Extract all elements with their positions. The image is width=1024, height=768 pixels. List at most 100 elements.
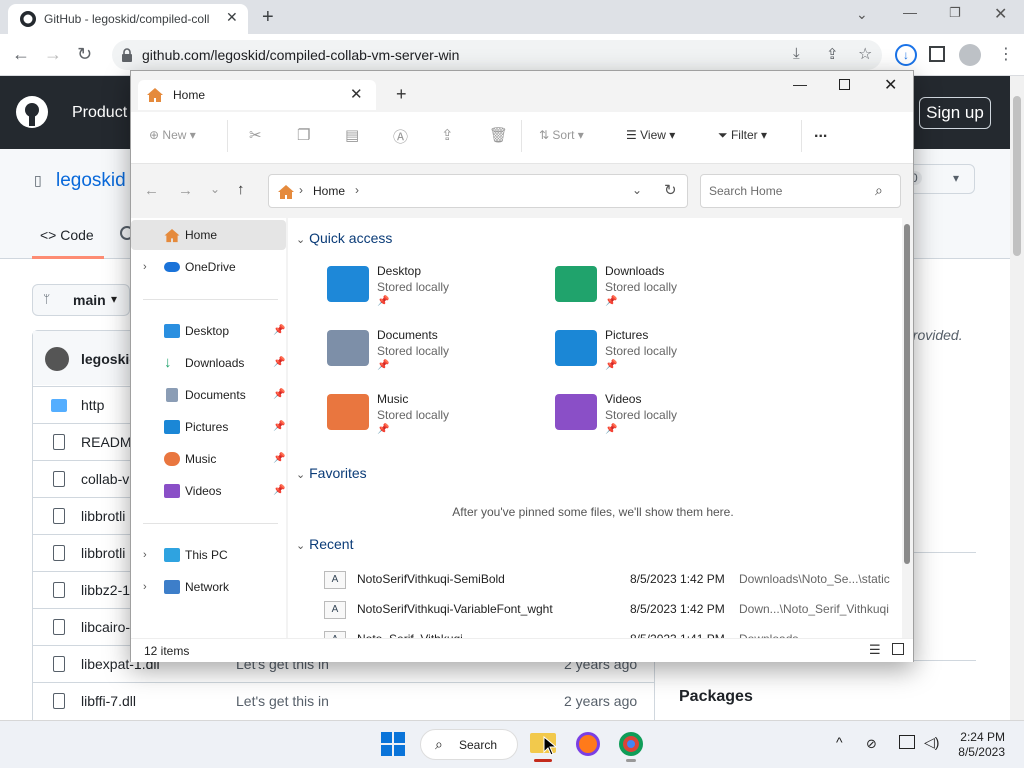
paste-icon[interactable]: ▤ bbox=[345, 126, 359, 144]
file-name[interactable]: libffi-7.dll bbox=[81, 693, 136, 709]
repo-owner-link[interactable]: legoskid bbox=[56, 170, 126, 192]
recent-section[interactable]: ⌄ Recent bbox=[296, 536, 353, 552]
github-logo-icon[interactable] bbox=[16, 96, 48, 128]
taskbar-search[interactable]: ⌕ Search bbox=[420, 729, 518, 760]
nav-item-documents[interactable]: Documents 📌 bbox=[131, 380, 286, 410]
quick-access-item[interactable]: Downloads Stored locally 📌 bbox=[555, 264, 775, 324]
close-tab-icon[interactable]: ✕ bbox=[226, 9, 238, 26]
close-tab-icon[interactable]: ✕ bbox=[350, 85, 363, 103]
search-box[interactable]: Search Home ⌕ bbox=[700, 174, 901, 208]
table-row[interactable]: libffi-7.dll Let's get this in 2 years ago bbox=[33, 682, 654, 719]
recent-locations-icon[interactable]: ⌄ bbox=[210, 182, 220, 196]
new-tab-icon[interactable]: + bbox=[396, 84, 407, 105]
nav-item-desktop[interactable]: Desktop 📌 bbox=[131, 316, 286, 346]
clock-time[interactable]: 2:24 PM bbox=[960, 730, 1005, 744]
details-view-icon[interactable]: ☰ bbox=[869, 642, 881, 658]
file-name[interactable]: libbrotli bbox=[81, 508, 125, 524]
copy-icon[interactable]: ❐ bbox=[297, 126, 310, 144]
new-button[interactable]: ⊕ New ▾ bbox=[149, 128, 196, 142]
address-bar[interactable]: › Home › ⌄ ↻ bbox=[268, 174, 688, 208]
minimize-browser-icon[interactable]: — bbox=[903, 4, 917, 20]
close-window-icon[interactable]: ✕ bbox=[884, 75, 897, 95]
up-icon[interactable]: ↑ bbox=[237, 181, 245, 198]
branch-select[interactable]: ᛘ main ▾ bbox=[32, 284, 130, 316]
forward-icon[interactable]: → bbox=[44, 44, 62, 65]
windows-start-icon[interactable] bbox=[381, 732, 405, 756]
tiles-view-icon[interactable] bbox=[892, 643, 904, 655]
tab-search-icon[interactable]: ⌄ bbox=[856, 6, 868, 23]
back-icon[interactable]: ← bbox=[12, 44, 30, 65]
list-item[interactable]: A NotoSerifVithkuqi-SemiBold 8/5/2023 1:42… bbox=[324, 566, 894, 592]
nav-item-music[interactable]: Music 📌 bbox=[131, 444, 286, 474]
chevron-right-icon[interactable]: › bbox=[355, 183, 359, 197]
expand-chevron-icon[interactable]: › bbox=[143, 252, 147, 282]
view-button[interactable]: ☰ View ▾ bbox=[626, 128, 675, 142]
product-menu[interactable]: Product bbox=[72, 104, 127, 122]
history-dropdown-icon[interactable]: ⌄ bbox=[632, 183, 642, 197]
breadcrumb-home[interactable]: Home bbox=[313, 184, 345, 198]
nav-item-network[interactable]: › Network bbox=[131, 572, 286, 602]
clock-date[interactable]: 8/5/2023 bbox=[950, 745, 1005, 759]
filter-button[interactable]: ⏷ Filter ▾ bbox=[718, 128, 767, 143]
quick-access-section[interactable]: ⌄ Quick access bbox=[296, 230, 392, 246]
reload-icon[interactable]: ↻ bbox=[77, 44, 92, 65]
delete-icon[interactable]: 🗑 bbox=[489, 126, 508, 144]
side-panel-icon[interactable] bbox=[929, 46, 945, 62]
restore-browser-icon[interactable]: ❐ bbox=[949, 5, 961, 21]
list-item[interactable]: A Noto_Serif_Vithkuqi 8/5/2023 1:41 PM Down… bbox=[324, 626, 894, 638]
nav-item-onedrive[interactable]: › OneDrive bbox=[131, 252, 286, 282]
refresh-icon[interactable]: ↻ bbox=[664, 181, 677, 199]
close-browser-icon[interactable]: ✕ bbox=[994, 4, 1007, 24]
chrome-icon[interactable] bbox=[619, 732, 643, 756]
quick-access-item[interactable]: Pictures Stored locally 📌 bbox=[555, 328, 775, 388]
browser-scroll-thumb[interactable] bbox=[1013, 96, 1021, 256]
commit-message[interactable]: Let's get this in bbox=[236, 693, 329, 709]
display-icon[interactable] bbox=[899, 735, 915, 749]
share-icon[interactable]: ⇪ bbox=[826, 45, 839, 63]
new-tab-icon[interactable]: + bbox=[262, 6, 274, 29]
download-icon[interactable]: ↓ bbox=[895, 44, 917, 66]
profile-avatar-icon[interactable] bbox=[959, 44, 981, 66]
file-name[interactable]: libbz2-1 bbox=[81, 582, 130, 598]
file-name[interactable]: collab-v bbox=[81, 471, 129, 487]
minimize-window-icon[interactable]: — bbox=[793, 76, 807, 92]
expand-chevron-icon[interactable]: › bbox=[143, 540, 147, 570]
browser-scrollbar[interactable] bbox=[1010, 76, 1024, 720]
volume-icon[interactable]: ◁) bbox=[924, 734, 939, 751]
explorer-tab-home[interactable]: Home ✕ bbox=[138, 80, 376, 110]
chrome-menu-icon[interactable]: ⋮ bbox=[998, 44, 1014, 64]
avatar[interactable] bbox=[45, 347, 69, 371]
nav-item-downloads[interactable]: ↓ Downloads 📌 bbox=[131, 348, 286, 378]
maximize-window-icon[interactable] bbox=[839, 79, 850, 90]
quick-access-item[interactable]: Music Stored locally 📌 bbox=[327, 392, 547, 452]
address-bar[interactable]: github.com/legoskid/compiled-collab-vm-s… bbox=[112, 40, 882, 70]
code-tab[interactable]: <> Code bbox=[40, 227, 94, 243]
file-name[interactable]: libbrotli bbox=[81, 545, 125, 561]
network-disconnected-icon[interactable]: ⊘ bbox=[866, 736, 877, 752]
file-name[interactable]: libcairo- bbox=[81, 619, 130, 635]
rename-icon[interactable]: Ⓐ bbox=[393, 126, 408, 147]
sign-up-button[interactable]: Sign up bbox=[919, 97, 991, 129]
cut-icon[interactable]: ✂ bbox=[249, 126, 262, 144]
nav-item-pictures[interactable]: Pictures 📌 bbox=[131, 412, 286, 442]
forward-icon[interactable]: → bbox=[178, 182, 193, 199]
back-icon[interactable]: ← bbox=[144, 182, 159, 199]
nav-item-home[interactable]: Home bbox=[131, 220, 286, 250]
sort-button[interactable]: ⇅ Sort ▾ bbox=[539, 128, 584, 142]
list-item[interactable]: A NotoSerifVithkuqi-VariableFont_wght 8/5/… bbox=[324, 596, 894, 622]
content-scrollbar[interactable] bbox=[904, 224, 910, 564]
bookmark-star-icon[interactable]: ☆ bbox=[858, 44, 872, 64]
more-options-button[interactable]: ... bbox=[814, 124, 827, 142]
browser-tab[interactable]: GitHub - legoskid/compiled-coll ✕ bbox=[8, 4, 248, 34]
quick-access-item[interactable]: Documents Stored locally 📌 bbox=[327, 328, 547, 388]
install-app-icon[interactable]: ⤓ bbox=[793, 45, 800, 62]
file-name[interactable]: http bbox=[81, 397, 104, 413]
quick-access-item[interactable]: Videos Stored locally 📌 bbox=[555, 392, 775, 452]
show-hidden-icons-icon[interactable]: ^ bbox=[836, 734, 843, 750]
share-icon[interactable]: ⇪ bbox=[441, 126, 454, 144]
expand-chevron-icon[interactable]: › bbox=[143, 572, 147, 602]
nav-item-videos[interactable]: Videos 📌 bbox=[131, 476, 286, 506]
firefox-icon[interactable] bbox=[576, 732, 600, 756]
file-name[interactable]: READMI bbox=[81, 434, 135, 450]
nav-item-this-pc[interactable]: › This PC bbox=[131, 540, 286, 570]
